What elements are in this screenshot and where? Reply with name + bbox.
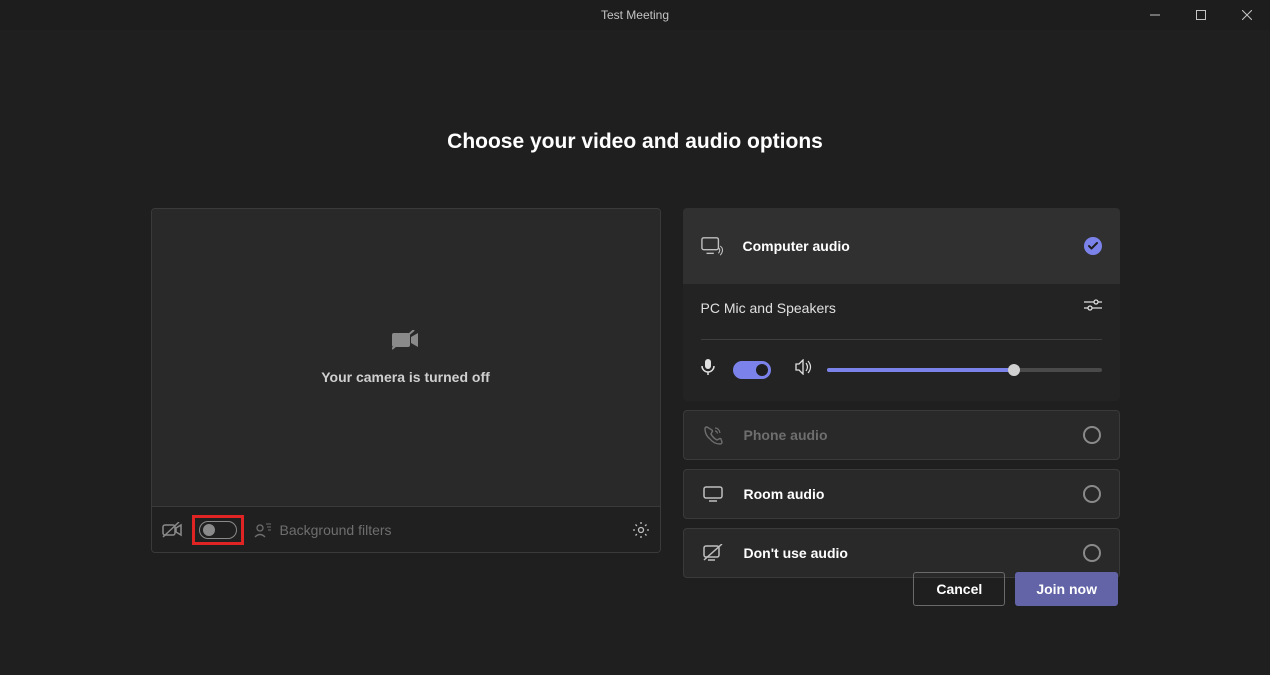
audio-computer-group: Computer audio PC Mic and Speakers — [683, 208, 1120, 401]
background-filters-label: Background filters — [280, 522, 392, 538]
audio-option-computer-label: Computer audio — [743, 238, 850, 254]
background-filters-button[interactable]: Background filters — [254, 522, 392, 538]
audio-device-label: PC Mic and Speakers — [701, 300, 836, 316]
camera-off-icon — [392, 330, 420, 355]
radio-unselected — [1083, 544, 1101, 562]
audio-device-settings-button[interactable] — [1084, 298, 1102, 317]
audio-option-none-label: Don't use audio — [744, 545, 848, 561]
title-bar: Test Meeting — [0, 0, 1270, 30]
phone-audio-icon — [702, 425, 724, 445]
audio-option-phone-label: Phone audio — [744, 427, 828, 443]
video-panel: Your camera is turned off — [151, 208, 661, 553]
video-preview: Your camera is turned off — [152, 209, 660, 506]
audio-detail-panel: PC Mic and Speakers — [683, 284, 1120, 401]
gear-icon — [632, 521, 650, 539]
mic-toggle[interactable] — [733, 361, 771, 379]
join-now-button-label: Join now — [1036, 581, 1097, 597]
page-heading: Choose your video and audio options — [0, 130, 1270, 154]
volume-slider[interactable] — [827, 368, 1102, 372]
mic-group — [701, 358, 771, 381]
maximize-button[interactable] — [1178, 0, 1224, 30]
audio-option-none[interactable]: Don't use audio — [683, 528, 1120, 578]
window-title: Test Meeting — [601, 8, 669, 22]
volume-group — [795, 359, 1102, 380]
audio-option-room-label: Room audio — [744, 486, 825, 502]
sliders-icon — [1084, 298, 1102, 312]
radio-unselected — [1083, 426, 1101, 444]
video-footer: Background filters — [152, 506, 660, 552]
camera-toggle[interactable] — [199, 521, 237, 539]
cancel-button[interactable]: Cancel — [913, 572, 1005, 606]
close-button[interactable] — [1224, 0, 1270, 30]
radio-unselected — [1083, 485, 1101, 503]
room-audio-icon — [702, 485, 724, 503]
speaker-icon — [795, 359, 813, 380]
cancel-button-label: Cancel — [936, 581, 982, 597]
join-now-button[interactable]: Join now — [1015, 572, 1118, 606]
action-buttons: Cancel Join now — [913, 572, 1118, 606]
audio-panel: Computer audio PC Mic and Speakers — [683, 208, 1120, 578]
video-settings-button[interactable] — [632, 521, 650, 539]
minimize-button[interactable] — [1132, 0, 1178, 30]
camera-off-text: Your camera is turned off — [321, 369, 490, 385]
audio-controls-row — [701, 358, 1102, 381]
selected-check-icon — [1084, 237, 1102, 255]
audio-option-phone[interactable]: Phone audio — [683, 410, 1120, 460]
camera-toggle-highlight — [192, 515, 244, 545]
microphone-icon — [701, 358, 715, 381]
audio-option-room[interactable]: Room audio — [683, 469, 1120, 519]
window-controls — [1132, 0, 1270, 30]
main-content: Your camera is turned off — [0, 208, 1270, 578]
camera-disabled-icon — [162, 522, 182, 538]
no-audio-icon — [702, 544, 724, 562]
audio-option-computer[interactable]: Computer audio — [683, 208, 1120, 284]
audio-detail-divider — [701, 339, 1102, 340]
audio-device-row: PC Mic and Speakers — [701, 298, 1102, 317]
computer-audio-icon — [701, 236, 723, 256]
background-filters-icon — [254, 522, 272, 538]
